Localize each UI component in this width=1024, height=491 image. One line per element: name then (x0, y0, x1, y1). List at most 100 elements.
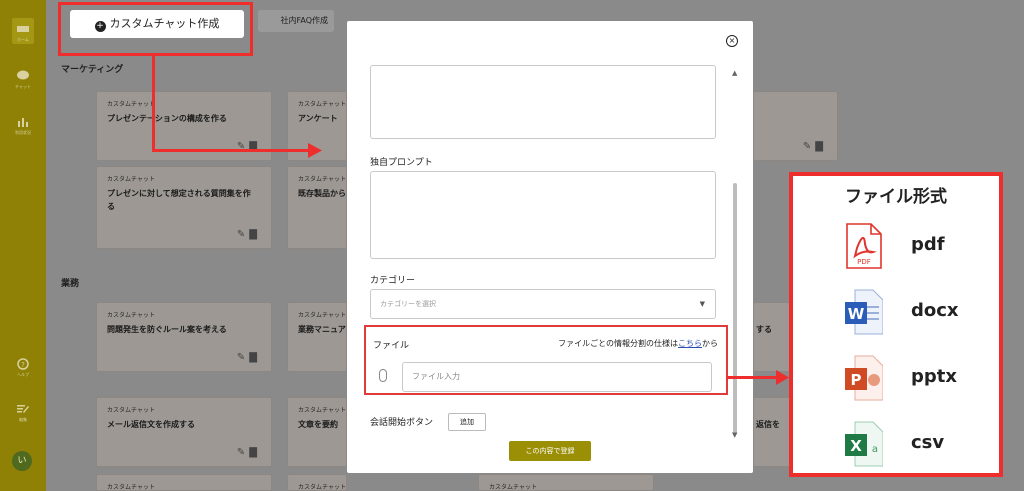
custom-chat-card[interactable]: カスタムチャット 業務マニュア (287, 302, 347, 372)
card-tag: カスタムチャット (298, 484, 346, 491)
card-tag: カスタムチャット (107, 176, 155, 183)
submit-button[interactable]: この内容で登録 (509, 441, 591, 461)
prompt-textarea[interactable] (370, 171, 716, 259)
sidebar-item-chat[interactable]: チャット (0, 70, 46, 90)
custom-chat-card[interactable]: カスタムチャット (478, 474, 654, 491)
card-title: プレゼンに対して想定される質問集を作る (107, 189, 251, 211)
add-button[interactable]: 追加 (448, 413, 486, 431)
prompt-label: 独自プロンプト (370, 158, 433, 168)
sidebar-item-edit[interactable]: 編集 (0, 403, 46, 423)
card-tag: カスタムチャット (298, 312, 346, 319)
pencil-icon[interactable]: ✎ (237, 229, 249, 240)
pdf-icon-label: PDF (857, 258, 871, 266)
card-tag: カスタムチャット (107, 101, 155, 108)
arrow-head-icon (776, 370, 789, 385)
paperclip-icon[interactable] (379, 369, 387, 382)
description-textarea[interactable] (370, 65, 716, 139)
chat-icon (17, 70, 29, 80)
edit-icon (17, 405, 29, 413)
card-tag: カスタムチャット (107, 407, 155, 414)
custom-chat-card[interactable]: する (754, 302, 790, 372)
custom-chat-card[interactable]: カスタムチャット (96, 474, 272, 491)
category-label: カテゴリー (370, 276, 416, 286)
custom-chat-card[interactable]: カスタムチャット 既存製品から (287, 166, 347, 249)
sidebar-item-label: ホーム (17, 37, 29, 42)
file-note-suffix: から (702, 339, 718, 348)
pencil-icon[interactable]: ✎ (803, 141, 815, 152)
format-row-pptx: P pptx (845, 354, 985, 404)
create-faq-button[interactable]: 社内FAQ作成 (258, 10, 334, 32)
card-tag: カスタムチャット (298, 407, 346, 414)
sidebar-item-label: ヘルプ (17, 372, 29, 377)
file-spec-link[interactable]: こちら (678, 339, 702, 348)
section-title-marketing: マーケティング (61, 65, 124, 75)
powerpoint-icon: P (845, 355, 883, 401)
arrow-line (726, 376, 782, 379)
pencil-icon[interactable]: ✎ (237, 447, 249, 458)
svg-text:?: ? (21, 361, 25, 369)
trash-icon[interactable]: ▇ (249, 447, 261, 458)
file-label: ファイル (373, 341, 410, 351)
file-section: ファイル ファイルごとの情報分割の仕様はこちらから ファイル入力 (364, 325, 728, 395)
card-tag: カスタムチャット (298, 176, 346, 183)
format-row-docx: W docx (845, 288, 985, 338)
word-icon: W (845, 289, 883, 335)
format-row-csv: a X csv (845, 420, 985, 470)
arrow-line (152, 55, 155, 151)
custom-chat-card[interactable]: ✎▇ (754, 91, 838, 161)
trash-icon[interactable]: ▇ (249, 352, 261, 363)
file-note: ファイルごとの情報分割の仕様はこちらから (558, 338, 718, 349)
trash-icon[interactable]: ▇ (815, 141, 827, 152)
sidebar-item-label: 利用状況 (15, 130, 31, 135)
excel-icon-label: X (850, 437, 862, 455)
sidebar-item-label: 編集 (19, 417, 27, 422)
card-tag: カスタムチャット (107, 312, 155, 319)
sidebar: ホーム チャット 利用状況 ? ヘルプ 編集 い (0, 0, 46, 491)
card-tag: カスタムチャット (298, 101, 346, 108)
help-icon: ? (17, 358, 29, 370)
custom-chat-card[interactable]: カスタムチャット 問題発生を防ぐルール案を考える ✎▇ (96, 302, 272, 372)
card-tag: カスタムチャット (107, 484, 155, 491)
scroll-down-icon[interactable]: ▼ (732, 431, 737, 439)
card-title: メール返信文を作成する (107, 420, 195, 429)
custom-chat-card[interactable]: カスタムチャット 文章を要約 (287, 397, 347, 467)
format-row-pdf: PDF pdf (845, 222, 985, 272)
file-input[interactable]: ファイル入力 (402, 362, 712, 392)
format-name: pdf (911, 234, 945, 255)
word-icon-label: W (848, 305, 865, 323)
avatar[interactable]: い (12, 451, 32, 471)
custom-chat-card[interactable]: カスタムチャット プレゼンに対して想定される質問集を作る ✎▇ (96, 166, 272, 249)
scrollbar[interactable]: ▲ ▼ (732, 69, 738, 439)
format-name: csv (911, 432, 945, 453)
close-icon[interactable]: × (726, 35, 738, 47)
category-select[interactable]: カテゴリーを選択 ▼ (370, 289, 716, 319)
sidebar-item-home[interactable]: ホーム (0, 18, 46, 44)
sidebar-item-help[interactable]: ? ヘルプ (0, 358, 46, 378)
sidebar-item-usage[interactable]: 利用状況 (0, 116, 46, 136)
bar-chart-icon (18, 118, 28, 127)
svg-text:a: a (872, 444, 878, 455)
card-tag: カスタムチャット (489, 484, 537, 491)
highlight-box (58, 2, 253, 56)
formats-title: ファイル形式 (845, 187, 947, 207)
start-button-label: 会話開始ボタン (370, 418, 434, 428)
trash-icon[interactable]: ▇ (249, 229, 261, 240)
scroll-thumb[interactable] (733, 183, 737, 435)
scroll-up-icon[interactable]: ▲ (732, 69, 737, 77)
pencil-icon[interactable]: ✎ (237, 352, 249, 363)
file-formats-panel: ファイル形式 PDF pdf W docx P pptx a X csv (789, 172, 1003, 477)
excel-icon: a X (845, 421, 883, 467)
custom-chat-card[interactable]: カスタムチャット メール返信文を作成する ✎▇ (96, 397, 272, 467)
custom-chat-card[interactable]: カスタムチャット (287, 474, 347, 491)
chevron-down-icon: ▼ (699, 300, 705, 308)
create-chat-modal: × 独自プロンプト カテゴリー カテゴリーを選択 ▼ ファイル ファイルごとの情… (347, 21, 753, 473)
arrow-line (152, 149, 312, 152)
custom-chat-card[interactable]: 返信を (754, 397, 790, 467)
category-placeholder: カテゴリーを選択 (380, 300, 436, 308)
format-name: docx (911, 300, 959, 321)
format-name: pptx (911, 366, 957, 387)
powerpoint-icon-label: P (851, 371, 862, 389)
card-title: プレゼンテーションの構成を作る (107, 114, 227, 123)
section-title-business: 業務 (61, 279, 80, 289)
file-note-prefix: ファイルごとの情報分割の仕様は (558, 339, 678, 348)
